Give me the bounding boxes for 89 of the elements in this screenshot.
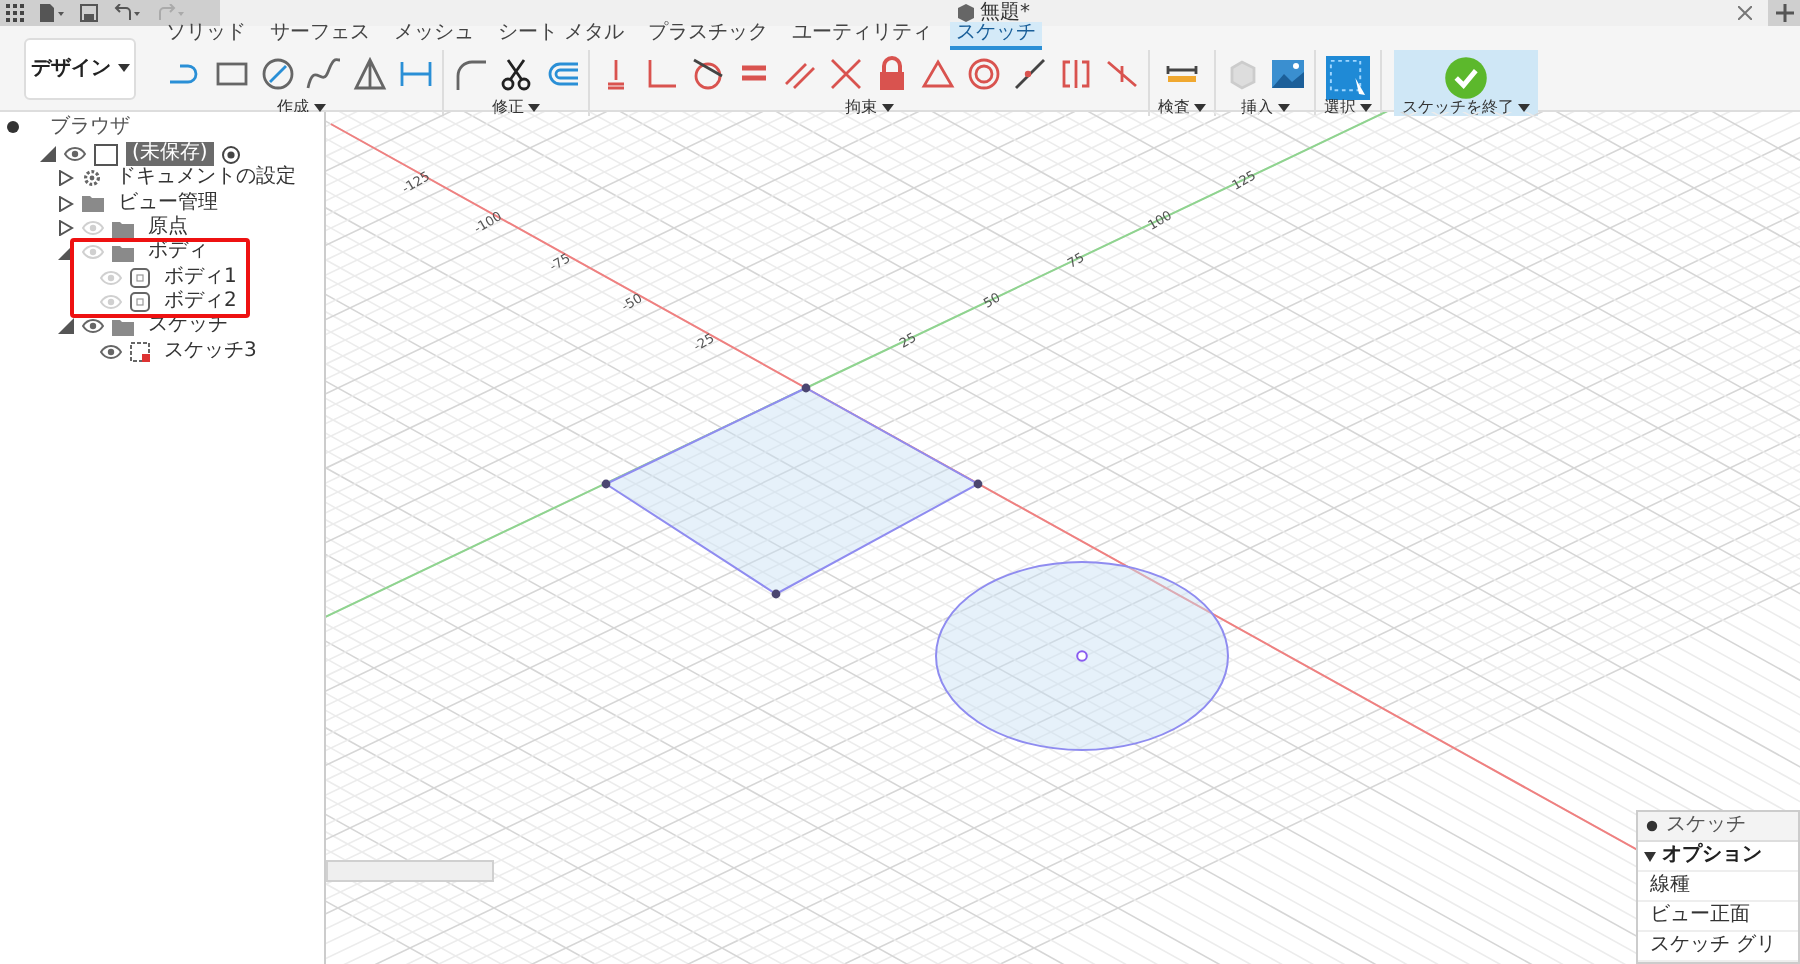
ribbon-tab[interactable]: スケッチ — [950, 22, 1043, 50]
folder-icon — [112, 243, 134, 262]
right-angle-icon[interactable] — [644, 56, 680, 92]
caret-icon — [528, 104, 540, 112]
select-cursor-icon[interactable] — [1326, 56, 1370, 100]
option-label: ビュー正面 — [1650, 906, 1750, 926]
workspace-button[interactable]: デザイン — [24, 37, 136, 99]
browser-title: ブラウザ — [50, 117, 130, 137]
scissors-icon[interactable] — [498, 56, 534, 92]
body-icon — [130, 267, 150, 288]
tool-group-label[interactable]: 検査 — [1158, 100, 1190, 116]
eye-icon[interactable] — [82, 318, 104, 335]
sketch-point[interactable] — [601, 479, 611, 489]
file-icon[interactable] — [40, 4, 64, 22]
undo-icon[interactable] — [114, 4, 142, 22]
caret-icon — [117, 64, 129, 72]
option-label: スケッチ グリ — [1650, 936, 1777, 956]
collapsed-arrow-icon[interactable] — [58, 220, 74, 237]
cut-line-icon[interactable] — [1104, 56, 1140, 92]
collapsed-arrow-icon[interactable] — [58, 170, 74, 187]
body-icon — [130, 291, 150, 312]
sketch-point[interactable] — [973, 479, 983, 489]
panel-dot-icon[interactable] — [1646, 820, 1658, 832]
option-label: 線種 — [1650, 876, 1690, 896]
dimension-icon[interactable] — [398, 56, 434, 92]
tree-item-label[interactable]: ビュー管理 — [118, 193, 218, 214]
palette-title: スケッチ — [1666, 816, 1746, 836]
caret-icon — [1194, 104, 1206, 112]
caret-icon — [1518, 104, 1530, 112]
save-icon[interactable] — [80, 4, 98, 22]
tool-group-label[interactable]: 修正 — [492, 100, 524, 116]
ribbon-tab[interactable]: ソリッド — [160, 22, 252, 50]
center-point[interactable] — [1076, 650, 1088, 662]
tree-item-label[interactable]: (未保存) — [126, 142, 214, 167]
tool-group-label[interactable]: 選択 — [1324, 100, 1356, 116]
finish-sketch-panel[interactable]: スケッチを終了 — [1394, 50, 1538, 116]
tool-group-label[interactable]: 拘束 — [845, 100, 877, 116]
triangle-icon[interactable] — [352, 56, 388, 92]
document-title[interactable]: 無題* — [980, 3, 1030, 23]
eye-icon[interactable] — [64, 146, 86, 163]
tool-group-label[interactable]: 挿入 — [1241, 100, 1273, 116]
caret-icon — [1360, 104, 1372, 112]
plus-icon — [1775, 4, 1793, 22]
caret-icon — [881, 104, 893, 112]
ribbon-tab[interactable]: プラスチック — [642, 22, 775, 50]
tangent-circle-icon[interactable] — [690, 56, 726, 92]
tree-item-label[interactable]: 原点 — [148, 218, 188, 239]
sketch-point[interactable] — [801, 383, 811, 393]
folder-icon — [82, 194, 104, 213]
gear-icon — [82, 168, 102, 189]
concentric-circles-icon[interactable] — [966, 56, 1002, 92]
section-heading[interactable]: オプション — [1662, 846, 1762, 866]
folder-icon — [112, 219, 134, 238]
tree-item-label[interactable]: ドキュメントの設定 — [116, 168, 296, 189]
panel-dot-icon[interactable] — [6, 120, 20, 134]
tool-group-label[interactable]: スケッチを終了 — [1402, 100, 1514, 116]
expanded-arrow-icon[interactable] — [58, 318, 74, 335]
crossed-lines-icon[interactable] — [828, 56, 864, 92]
tree-item-label[interactable]: ボディ — [148, 242, 208, 263]
ribbon-tab[interactable]: サーフェス — [264, 22, 376, 50]
component-icon — [94, 143, 118, 166]
image-icon[interactable] — [1270, 56, 1306, 92]
tree-item-label[interactable]: ボディ2 — [164, 291, 237, 312]
close-icon[interactable] — [1738, 6, 1752, 20]
slash-point-icon[interactable] — [1012, 56, 1048, 92]
caret-icon — [1277, 104, 1289, 112]
collapse-triangle-icon[interactable] — [1644, 851, 1656, 861]
target-icon[interactable] — [221, 145, 240, 164]
tree-item-label[interactable]: スケッチ3 — [164, 341, 257, 362]
expanded-arrow-icon[interactable] — [40, 146, 56, 163]
new-tab-button[interactable] — [1768, 0, 1800, 26]
ribbon-tab[interactable]: ユーティリティ — [786, 22, 939, 50]
ribbon-tab[interactable]: メッシュ — [388, 22, 480, 50]
ribbon-tab[interactable]: シート メタル — [492, 22, 631, 50]
spline-icon[interactable] — [306, 56, 342, 92]
fillet-icon[interactable] — [452, 56, 488, 92]
tree-item-label[interactable]: ボディ1 — [164, 267, 237, 288]
sketch-icon — [130, 341, 150, 362]
collapsed-arrow-icon[interactable] — [58, 195, 74, 212]
sketch-point[interactable] — [771, 589, 781, 599]
check-icon[interactable] — [1444, 56, 1488, 100]
eye-icon[interactable] — [100, 343, 122, 360]
expanded-arrow-icon[interactable] — [58, 244, 74, 261]
triangle-icon[interactable] — [920, 56, 956, 92]
bracket-icon[interactable] — [1058, 56, 1094, 92]
circle-icon[interactable] — [260, 56, 296, 92]
grid-icon[interactable] — [6, 4, 24, 22]
folder-icon — [112, 317, 134, 336]
lock-icon[interactable] — [874, 56, 910, 92]
